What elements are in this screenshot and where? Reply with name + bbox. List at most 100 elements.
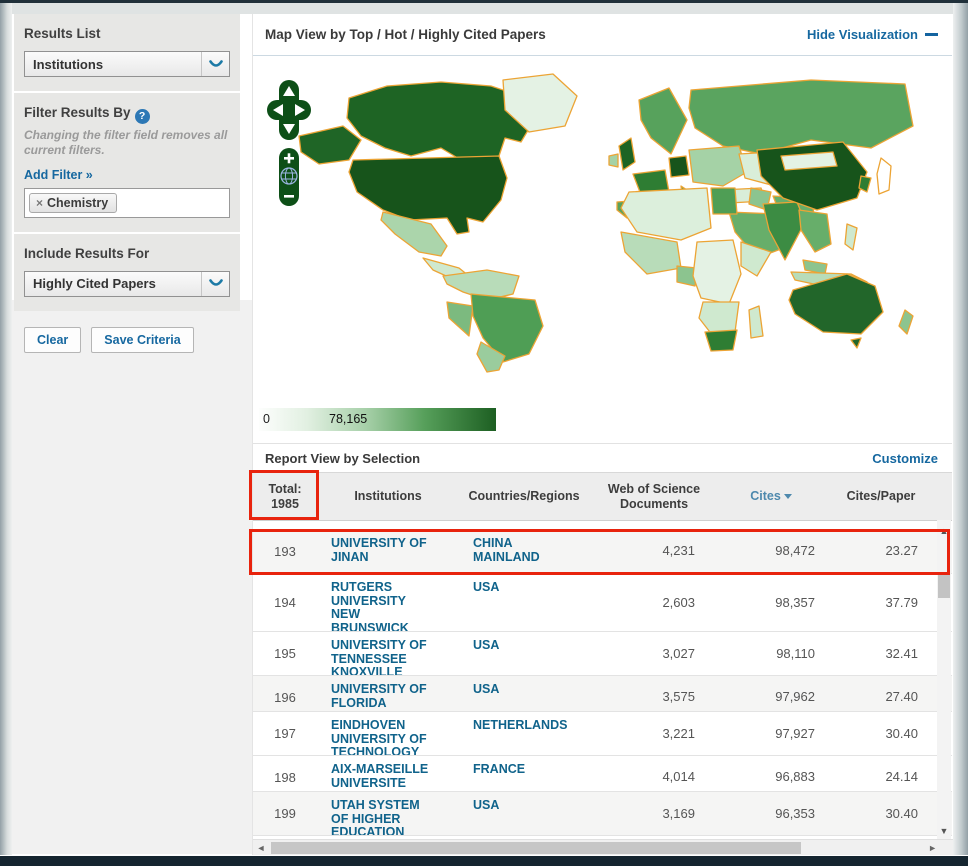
institution-link[interactable]: UNIVERSITY OF JINAN (317, 530, 459, 573)
institution-link[interactable]: EINDHOVEN UNIVERSITY OF TECHNOLOGY (317, 712, 459, 755)
horizontal-scrollbar[interactable]: ◄ ► (253, 839, 953, 855)
vertical-scroll-thumb[interactable] (938, 572, 950, 598)
institution-link[interactable]: UNIVERSITY OF FLORIDA (317, 676, 459, 711)
results-list-label: Results List (24, 26, 101, 41)
country-link[interactable]: USA (459, 676, 589, 711)
map-view-title: Map View by Top / Hot / Highly Cited Pap… (265, 27, 546, 42)
region-tasmania[interactable] (850, 337, 862, 349)
map-visualization[interactable]: 0 78,165 (253, 56, 952, 443)
country-link[interactable]: FRANCE (459, 756, 589, 791)
chevron-down-icon[interactable] (201, 271, 229, 296)
main-panel: Map View by Top / Hot / Highly Cited Pap… (249, 14, 953, 857)
filter-tag-label: Chemistry (47, 195, 109, 210)
scroll-left-icon[interactable]: ◄ (253, 843, 269, 853)
table-row[interactable]: 194 RUTGERS UNIVERSITY NEW BRUNSWICK USA… (253, 574, 952, 632)
hide-visualization-link[interactable]: Hide Visualization (807, 27, 938, 42)
countries-header[interactable]: Countries/Regions (459, 489, 589, 504)
include-results-section: Include Results For Highly Cited Papers (14, 233, 240, 311)
vertical-scrollbar[interactable]: ▲ ▼ (937, 520, 951, 840)
table-row[interactable]: 198 AIX-MARSEILLE UNIVERSITE FRANCE 4,01… (253, 756, 952, 792)
country-link[interactable]: CHINA MAINLAND (459, 530, 589, 573)
window-bottom-bar (0, 856, 968, 866)
institution-link[interactable]: UTAH SYSTEM OF HIGHER EDUCATION (317, 792, 459, 835)
table-row[interactable]: 195 UNIVERSITY OF TENNESSEE KNOXVILLE US… (253, 632, 952, 676)
region-russia[interactable] (688, 79, 914, 155)
cites-header[interactable]: Cites (719, 489, 823, 504)
table-row[interactable]: 199 UTAH SYSTEM OF HIGHER EDUCATION USA … (253, 792, 952, 836)
sidebar-buttons: Clear Save Criteria (14, 313, 240, 367)
window-top-edge (0, 0, 968, 3)
map-color-scale: 0 78,165 (259, 408, 496, 431)
region-china[interactable] (756, 141, 868, 211)
table-row[interactable]: 196 UNIVERSITY OF FLORIDA USA 3,575 97,9… (253, 676, 952, 712)
region-central-africa[interactable] (692, 239, 742, 305)
sidebar: Results List Institutions Filter Results… (14, 14, 240, 367)
app-window: Results List Institutions Filter Results… (0, 0, 968, 866)
region-korea[interactable] (858, 175, 872, 193)
region-egypt[interactable] (710, 187, 738, 215)
sort-caret-down-icon (783, 494, 792, 499)
add-filter-link[interactable]: Add Filter » (24, 168, 93, 182)
cites-paper-header[interactable]: Cites/Paper (823, 489, 939, 504)
remove-tag-icon[interactable]: × (36, 196, 43, 210)
map-controls (267, 80, 311, 206)
region-new-zealand[interactable] (898, 309, 914, 335)
filter-section: Filter Results By? Changing the filter f… (14, 93, 240, 232)
results-list-section: Results List Institutions (14, 14, 240, 91)
world-map (298, 73, 914, 373)
map-header: Map View by Top / Hot / Highly Cited Pap… (253, 14, 952, 56)
filter-tag-chemistry[interactable]: × Chemistry (29, 192, 118, 213)
region-japan[interactable] (876, 157, 892, 195)
help-icon[interactable]: ? (134, 108, 150, 124)
region-se-asia[interactable] (798, 209, 832, 253)
results-list-select[interactable]: Institutions (24, 51, 230, 77)
chevron-down-icon[interactable] (201, 52, 229, 76)
region-east-europe[interactable] (688, 145, 748, 187)
region-ireland[interactable] (608, 153, 619, 168)
region-germany[interactable] (668, 155, 690, 178)
region-uk[interactable] (618, 137, 636, 171)
region-scandinavia[interactable] (638, 87, 688, 155)
country-link[interactable]: USA (459, 792, 589, 835)
institutions-header[interactable]: Institutions (317, 489, 459, 504)
filter-tags-box[interactable]: × Chemistry (24, 187, 230, 218)
save-criteria-button[interactable]: Save Criteria (91, 326, 194, 353)
region-usa[interactable] (348, 155, 508, 235)
region-peru[interactable] (446, 301, 474, 337)
zoom-control[interactable] (279, 148, 299, 206)
region-north-africa[interactable] (620, 187, 712, 241)
institution-link[interactable]: UNIVERSITY OF TENNESSEE KNOXVILLE (317, 632, 459, 675)
scale-max-label: 78,165 (329, 412, 368, 426)
region-south-africa[interactable] (704, 329, 738, 352)
institution-link[interactable]: AIX-MARSEILLE UNIVERSITE (317, 756, 459, 791)
scale-min-label: 0 (263, 412, 270, 426)
table-row[interactable]: 193 UNIVERSITY OF JINAN CHINA MAINLAND 4… (253, 530, 952, 574)
region-philippines[interactable] (844, 223, 858, 251)
window-top-border (0, 3, 968, 14)
table-row[interactable]: 197 EINDHOVEN UNIVERSITY OF TECHNOLOGY N… (253, 712, 952, 756)
window-right-border (953, 3, 968, 855)
include-results-select[interactable]: Highly Cited Papers (24, 270, 230, 297)
filter-note: Changing the filter field removes all cu… (24, 127, 228, 157)
region-madagascar[interactable] (748, 305, 764, 339)
scroll-up-icon[interactable]: ▲ (937, 526, 951, 536)
include-results-label: Include Results For (24, 245, 150, 261)
scroll-right-icon[interactable]: ► (928, 843, 937, 853)
region-australia[interactable] (788, 273, 884, 335)
clear-button[interactable]: Clear (24, 326, 82, 353)
country-link[interactable]: USA (459, 574, 589, 631)
pan-control[interactable] (267, 80, 311, 140)
minus-icon (925, 33, 938, 36)
wos-documents-header[interactable]: Web of Science Documents (589, 482, 719, 512)
institution-link[interactable]: RUTGERS UNIVERSITY NEW BRUNSWICK (317, 574, 459, 631)
customize-link[interactable]: Customize (872, 451, 938, 466)
horizontal-scroll-thumb[interactable] (271, 841, 801, 854)
scroll-down-icon[interactable]: ▼ (937, 826, 951, 836)
country-link[interactable]: NETHERLANDS (459, 712, 589, 755)
country-link[interactable]: USA (459, 632, 589, 675)
table-header-row: Total: 1985 Institutions Countries/Regio… (253, 472, 952, 521)
window-left-border (0, 3, 12, 855)
results-list-value: Institutions (33, 56, 104, 72)
zoom-out-icon (284, 195, 294, 198)
sidebar-gutter (12, 300, 252, 854)
